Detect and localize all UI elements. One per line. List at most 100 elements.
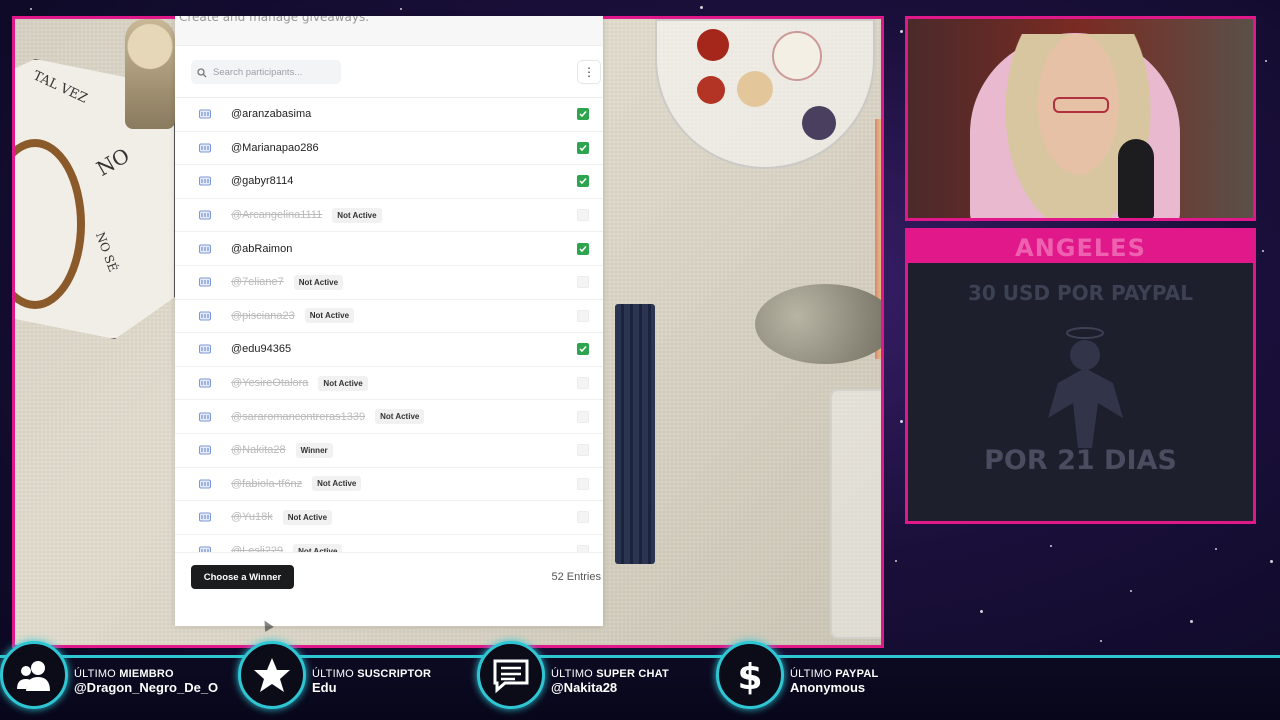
participant-row[interactable]: @YesireOtalora Not Active xyxy=(175,367,603,401)
participant-checkbox[interactable] xyxy=(577,444,589,457)
participant-checkbox[interactable] xyxy=(577,209,589,222)
alert-text: ÚLTIMO SUSCRIPTOR Edu xyxy=(312,668,431,695)
star xyxy=(1270,560,1273,563)
star-icon xyxy=(238,641,306,709)
entries-count: 52 Entries xyxy=(551,571,601,583)
youtube-member-icon xyxy=(197,174,213,188)
microphone-icon xyxy=(1118,139,1154,218)
choose-winner-button[interactable]: Choose a Winner xyxy=(191,565,294,589)
goal-line-1: 30 USD POR PAYPAL xyxy=(968,281,1193,305)
participant-checkbox[interactable] xyxy=(577,276,589,289)
star xyxy=(895,560,897,562)
glass-jar xyxy=(830,389,881,639)
participant-row[interactable]: @Yu18k Not Active xyxy=(175,501,603,535)
participant-row[interactable]: @Arcangelina1111 Not Active xyxy=(175,199,603,233)
alert-value: Edu xyxy=(312,679,337,695)
participant-name: @edu94365 xyxy=(231,343,292,356)
participant-name: @Marianapao286 xyxy=(231,141,319,154)
participant-row[interactable]: @sararomancontreras1339 Not Active xyxy=(175,400,603,434)
participant-row[interactable]: @pisciana23 Not Active xyxy=(175,300,603,334)
star xyxy=(1100,640,1102,642)
webcam-frame xyxy=(905,16,1256,221)
goal-header: ANGELES xyxy=(908,231,1253,263)
chat-icon xyxy=(477,641,545,709)
metal-candle-holder xyxy=(755,284,881,364)
search-input[interactable] xyxy=(213,66,333,78)
participant-row[interactable]: @abRaimon xyxy=(175,232,603,266)
participant-checkbox[interactable] xyxy=(577,175,589,188)
status-badge: Winner xyxy=(295,442,333,458)
giveaway-panel: Create and manage giveaways. ⋮ @aranzaba… xyxy=(175,16,603,626)
participant-row[interactable]: @7eliane7 Not Active xyxy=(175,266,603,300)
status-badge: Not Active xyxy=(332,207,382,223)
participant-checkbox[interactable] xyxy=(577,242,589,255)
participant-checkbox[interactable] xyxy=(577,309,589,322)
search-box[interactable] xyxy=(191,60,341,84)
alert-text: ÚLTIMO SUPER CHAT @Nakita28 xyxy=(551,668,669,695)
alert-member: ÚLTIMO MIEMBRO @Dragon_Negro_De_O xyxy=(0,641,218,709)
participant-row[interactable]: @gabyr8114 xyxy=(175,165,603,199)
participant-name: @abRaimon xyxy=(231,242,293,255)
red-gem xyxy=(697,29,729,61)
ouija-text-no: NO xyxy=(92,143,134,181)
tarot-deck xyxy=(615,304,655,564)
star xyxy=(1190,620,1193,623)
star xyxy=(980,610,983,613)
participant-name: @Arcangelina1111 xyxy=(231,209,323,222)
alert-value: @Dragon_Negro_De_O xyxy=(74,679,219,695)
kebab-icon: ⋮ xyxy=(583,65,595,79)
ouija-text-tal-vez: TAL VEZ xyxy=(30,68,90,107)
participant-checkbox[interactable] xyxy=(577,377,589,390)
participant-name: @fabiola-tf6nz xyxy=(231,477,303,490)
participant-checkbox[interactable] xyxy=(577,108,589,121)
alert-label-type: MIEMBRO xyxy=(119,667,174,680)
participant-row[interactable]: @Marianapao286 xyxy=(175,132,603,166)
clear-gem xyxy=(772,31,822,81)
youtube-member-icon xyxy=(197,410,213,424)
star xyxy=(1215,548,1217,550)
youtube-member-icon xyxy=(197,107,213,121)
youtube-member-icon xyxy=(197,443,213,457)
alert-value: @Nakita28 xyxy=(551,679,618,695)
purple-gem xyxy=(802,106,836,140)
alert-value: Anonymous xyxy=(790,679,866,695)
participant-checkbox[interactable] xyxy=(577,410,589,423)
alert-text: ÚLTIMO MIEMBRO @Dragon_Negro_De_O xyxy=(74,668,218,695)
star xyxy=(1262,250,1264,252)
participant-checkbox[interactable] xyxy=(577,477,589,490)
alert-text: ÚLTIMO PAYPAL Anonymous xyxy=(790,668,878,695)
participant-row[interactable]: @Nakita28 Winner xyxy=(175,434,603,468)
participant-row[interactable]: @aranzabasima xyxy=(175,98,603,132)
status-badge: Not Active xyxy=(318,375,368,391)
more-options-button[interactable]: ⋮ xyxy=(577,60,601,84)
alert-label: ÚLTIMO SUPER CHAT xyxy=(551,668,669,680)
participant-checkbox[interactable] xyxy=(577,511,589,524)
panel-header: Create and manage giveaways. xyxy=(175,16,603,46)
alert-label: ÚLTIMO SUSCRIPTOR xyxy=(312,668,431,680)
youtube-member-icon xyxy=(197,309,213,323)
glasses xyxy=(1053,97,1109,113)
youtube-member-icon xyxy=(197,141,213,155)
youtube-member-icon xyxy=(197,477,213,491)
star xyxy=(900,420,903,423)
alert-label-type: SUPER CHAT xyxy=(596,667,669,680)
participant-name: @Nakita28 xyxy=(231,444,286,457)
star xyxy=(400,8,402,10)
star xyxy=(900,30,903,33)
alert-chat: ÚLTIMO SUPER CHAT @Nakita28 xyxy=(477,641,669,709)
angel-icon xyxy=(1048,327,1123,448)
dollar-icon: $ xyxy=(716,641,784,709)
alert-label-prefix: ÚLTIMO xyxy=(551,667,597,680)
alert-label-type: SUSCRIPTOR xyxy=(357,667,432,680)
youtube-member-icon xyxy=(197,208,213,222)
amber-gem xyxy=(737,71,773,107)
alert-label: ÚLTIMO PAYPAL xyxy=(790,668,878,680)
goal-title: ANGELES xyxy=(1015,234,1146,262)
participant-checkbox[interactable] xyxy=(577,343,589,356)
participant-list: @aranzabasima @Marianapao286 @gabyr8114 @Ar… xyxy=(175,98,603,569)
participant-checkbox[interactable] xyxy=(577,141,589,154)
youtube-member-icon xyxy=(197,376,213,390)
participant-row[interactable]: @edu94365 xyxy=(175,333,603,367)
participant-row[interactable]: @fabiola-tf6nz Not Active xyxy=(175,468,603,502)
figurine xyxy=(125,19,175,129)
